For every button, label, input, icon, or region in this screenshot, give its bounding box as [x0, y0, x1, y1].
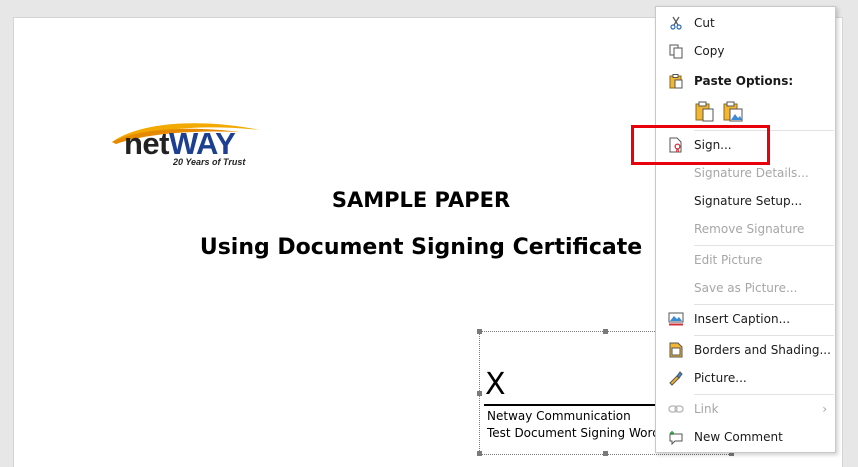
paste-options-row [694, 101, 744, 126]
menu-item-label: Cut [694, 16, 715, 30]
resize-handle[interactable] [477, 391, 482, 396]
resize-handle[interactable] [603, 329, 608, 334]
menu-separator [694, 335, 834, 336]
insert-caption-icon [667, 311, 685, 327]
menu-item-label: Signature Setup... [694, 194, 803, 208]
format-picture-icon [667, 370, 685, 386]
signature-x-mark: X [485, 367, 506, 402]
menu-item-label: Remove Signature [694, 222, 805, 236]
menu-item-label: Signature Details... [694, 166, 809, 180]
menu-item-remove-signature[interactable]: Remove Signature [656, 216, 835, 242]
menu-item-save-as-picture[interactable]: Save as Picture... [656, 275, 835, 301]
menu-item-picture[interactable]: Picture... [656, 365, 835, 391]
signer-title: Test Document Signing Word [487, 426, 660, 440]
paste-as-picture-icon[interactable] [722, 101, 744, 126]
resize-handle[interactable] [477, 451, 482, 456]
menu-separator [694, 245, 834, 246]
sign-highlight-box [631, 125, 770, 165]
copy-icon [667, 43, 685, 59]
borders-shading-icon [667, 342, 685, 358]
link-icon [667, 401, 685, 417]
menu-item-label: New Comment [694, 430, 783, 444]
logo-tagline: 20 Years of Trust [173, 157, 246, 167]
signer-name: Netway Communication [487, 409, 631, 423]
menu-separator [694, 394, 834, 395]
paste-keep-formatting-icon[interactable] [694, 101, 716, 126]
menu-item-label: Link [694, 402, 719, 416]
menu-item-copy[interactable]: Copy [656, 38, 835, 64]
menu-separator [694, 304, 834, 305]
menu-item-insert-caption[interactable]: Insert Caption... [656, 306, 835, 332]
menu-item-link[interactable]: Link › [656, 396, 835, 422]
menu-item-edit-picture[interactable]: Edit Picture [656, 247, 835, 273]
menu-item-label: Edit Picture [694, 253, 763, 267]
menu-item-label: Copy [694, 44, 725, 58]
chevron-right-icon: › [822, 402, 827, 416]
menu-item-cut[interactable]: Cut [656, 10, 835, 36]
menu-item-label: Picture... [694, 371, 747, 385]
signature-line [484, 404, 674, 406]
resize-handle[interactable] [477, 329, 482, 334]
menu-header-paste-options: Paste Options: [656, 68, 835, 94]
menu-item-signature-setup[interactable]: Signature Setup... [656, 188, 835, 214]
logo-wordmark: netWAY [124, 126, 236, 161]
new-comment-icon [667, 429, 685, 445]
menu-item-label: Paste Options: [694, 74, 794, 88]
menu-item-borders-shading[interactable]: Borders and Shading... [656, 337, 835, 363]
clipboard-icon [667, 73, 685, 89]
netway-logo: netWAY 20 Years of Trust [110, 120, 270, 172]
menu-item-label: Borders and Shading... [694, 343, 831, 357]
resize-handle[interactable] [603, 451, 608, 456]
menu-item-new-comment[interactable]: New Comment [656, 424, 835, 450]
scissors-icon [667, 15, 685, 31]
menu-item-label: Save as Picture... [694, 281, 798, 295]
context-menu: Cut Copy Paste Options: Sign... Signatur… [655, 6, 836, 453]
menu-item-label: Insert Caption... [694, 312, 791, 326]
